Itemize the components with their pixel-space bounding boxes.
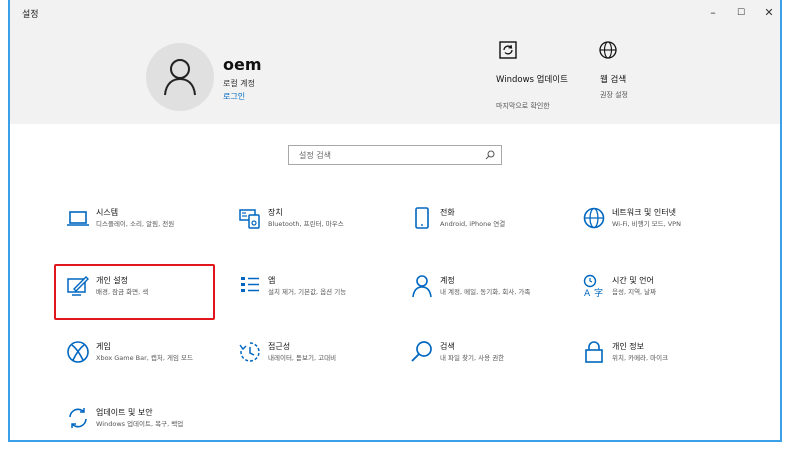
svg-text:A: A [584, 289, 591, 298]
category-network[interactable]: 네트워크 및 인터넷 Wi-Fi, 비행기 모드, VPN [582, 206, 742, 252]
person-icon [412, 275, 432, 298]
category-desc: Bluetooth, 프린터, 마우스 [268, 220, 344, 228]
category-title: 전화 [440, 208, 455, 217]
globe-icon [599, 41, 617, 59]
category-privacy[interactable]: 개인 정보 위치, 카메라, 마이크 [582, 340, 742, 386]
selection-highlight [54, 264, 215, 320]
globe-icon [583, 207, 605, 229]
category-title: 네트워크 및 인터넷 [612, 208, 676, 217]
category-desc: 내레이터, 돋보기, 고대비 [268, 354, 337, 362]
xbox-icon [67, 341, 89, 363]
windows-update-icon [499, 41, 517, 59]
search-icon [485, 150, 495, 160]
category-title: 앱 [268, 276, 276, 285]
account-name: oem [223, 55, 262, 74]
category-title: 접근성 [268, 342, 291, 351]
web-search-title: 웹 검색 [600, 75, 627, 85]
web-search-status: 권장 설정 [600, 91, 628, 99]
category-desc: 디스플레이, 소리, 알림, 전원 [96, 220, 175, 228]
category-desc: 설치 제거, 기본값, 옵션 기능 [268, 288, 347, 296]
category-desc: Windows 업데이트, 복구, 백업 [96, 420, 184, 428]
category-devices[interactable]: 장치 Bluetooth, 프린터, 마우스 [238, 206, 398, 252]
windows-update-shortcut[interactable]: Windows 업데이트 마지막으로 확인한 [496, 40, 576, 118]
category-accessibility[interactable]: 접근성 내레이터, 돋보기, 고대비 [238, 340, 398, 386]
apps-list-icon [241, 277, 259, 292]
user-icon [164, 59, 196, 96]
windows-update-status: 마지막으로 확인한 [496, 102, 550, 110]
phone-icon [415, 207, 429, 229]
category-system[interactable]: 시스템 디스플레이, 소리, 알림, 전원 [66, 206, 226, 252]
time-language-icon: A 字 [583, 274, 603, 298]
account-header: oem 로컬 계정 로그인 Windows 업데이트 마지막으로 확인한 웹 검… [10, 26, 780, 124]
category-accounts[interactable]: 계정 내 계정, 메일, 동기화, 회사, 가족 [410, 274, 570, 320]
category-update-security[interactable]: 업데이트 및 보안 Windows 업데이트, 복구, 백업 [66, 406, 226, 440]
window-title: 설정 [22, 10, 39, 20]
lock-icon [585, 341, 603, 363]
title-bar: 설정 – ☐ ✕ [10, 0, 780, 26]
close-button[interactable]: ✕ [754, 4, 780, 22]
category-gaming[interactable]: 게임 Xbox Game Bar, 캡처, 게임 모드 [66, 340, 226, 386]
category-title: 업데이트 및 보안 [96, 408, 153, 417]
category-title: 개인 정보 [612, 342, 644, 351]
keyboard-icon [239, 209, 260, 229]
settings-search-input[interactable]: 설정 검색 [288, 145, 502, 165]
windows-update-title: Windows 업데이트 [496, 75, 568, 85]
svg-text:字: 字 [594, 287, 603, 298]
category-title: 검색 [440, 342, 455, 351]
maximize-button[interactable]: ☐ [726, 4, 756, 22]
avatar[interactable] [146, 43, 214, 111]
category-apps[interactable]: 앱 설치 제거, 기본값, 옵션 기능 [238, 274, 398, 320]
web-search-shortcut[interactable]: 웹 검색 권장 설정 [598, 40, 678, 100]
account-type: 로컬 계정 [223, 79, 255, 88]
settings-window: 설정 – ☐ ✕ oem 로컬 계정 로그인 Windows 업데이트 마지막으… [8, 0, 782, 442]
category-desc: 음성, 지역, 날짜 [612, 288, 657, 296]
category-desc: Wi-Fi, 비행기 모드, VPN [612, 220, 681, 228]
category-desc: 위치, 카메라, 마이크 [612, 354, 669, 362]
sign-in-link[interactable]: 로그인 [223, 91, 245, 102]
category-desc: 내 파일 찾기, 사용 권한 [440, 354, 505, 362]
category-title: 게임 [96, 342, 111, 351]
category-time-language[interactable]: A 字 시간 및 언어 음성, 지역, 날짜 [582, 274, 742, 320]
category-title: 시스템 [96, 208, 119, 217]
category-desc: Android, iPhone 연결 [440, 220, 506, 228]
category-title: 장치 [268, 208, 283, 217]
category-desc: 내 계정, 메일, 동기화, 회사, 가족 [440, 288, 531, 296]
minimize-button[interactable]: – [698, 4, 728, 22]
category-title: 시간 및 언어 [612, 276, 654, 285]
category-search[interactable]: 검색 내 파일 찾기, 사용 권한 [410, 340, 570, 386]
category-title: 계정 [440, 276, 455, 285]
sync-icon [69, 408, 87, 428]
category-phone[interactable]: 전화 Android, iPhone 연결 [410, 206, 570, 252]
search-placeholder: 설정 검색 [299, 151, 331, 160]
category-desc: Xbox Game Bar, 캡처, 게임 모드 [96, 354, 194, 362]
search-icon [411, 341, 432, 362]
laptop-icon [67, 211, 89, 226]
accessibility-icon [239, 342, 260, 362]
